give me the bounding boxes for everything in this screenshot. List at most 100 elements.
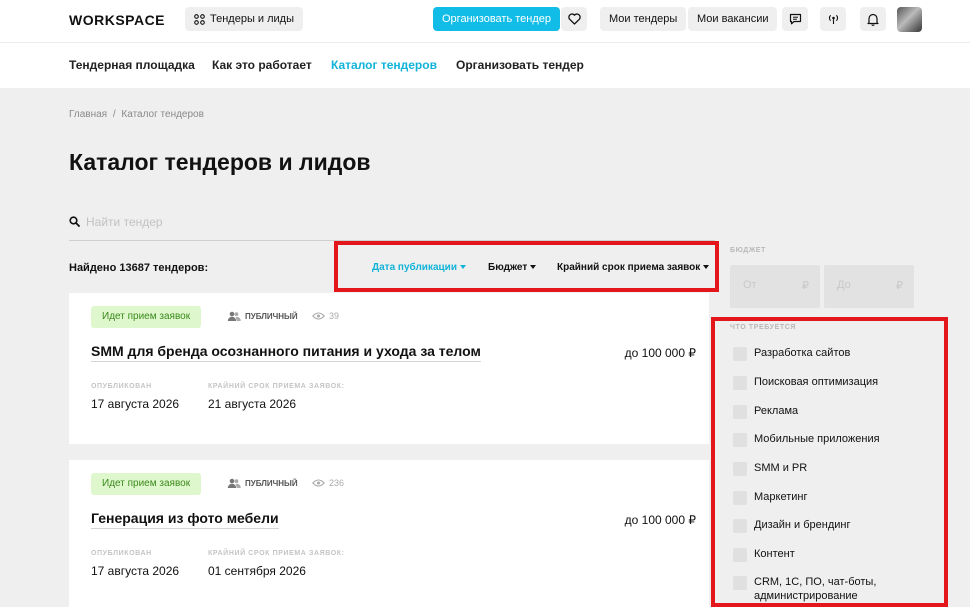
requirement-label: Разработка сайтов	[754, 347, 851, 359]
caret-down-icon	[703, 265, 710, 269]
sort-by-budget[interactable]: Бюджет	[488, 262, 537, 273]
published-label: ОПУБЛИКОВАН	[91, 550, 152, 557]
deadline-label: КРАЙНИЙ СРОК ПРИЕМА ЗАЯВОК:	[208, 550, 345, 557]
requirement-label: Поисковая оптимизация	[754, 376, 879, 388]
budget-from-placeholder: От	[743, 279, 757, 291]
checkbox[interactable]	[733, 462, 747, 476]
requirement-checkbox-content[interactable]: Контент	[733, 547, 924, 562]
requirement-label: Мобильные приложения	[754, 433, 880, 445]
checkbox[interactable]	[733, 405, 747, 419]
search-icon	[69, 216, 80, 227]
status-badge: Идет прием заявок	[91, 306, 202, 328]
sort-by-deadline[interactable]: Крайний срок приема заявок	[557, 262, 710, 273]
caret-down-icon	[530, 265, 537, 269]
main-navigation: Тендерная площадка Как это работает Ката…	[0, 43, 970, 88]
sort-label: Дата публикации	[372, 262, 457, 273]
currency-symbol: ₽	[896, 280, 903, 292]
top-bar: WORKSPACE Тендеры и лиды Организовать те…	[0, 0, 970, 43]
budget-to-placeholder: До	[837, 279, 851, 291]
views-value: 236	[329, 478, 345, 488]
nav-tender-platform[interactable]: Тендерная площадка	[69, 58, 195, 72]
sort-label: Крайний срок приема заявок	[557, 262, 701, 273]
users-icon	[227, 478, 241, 488]
published-label: ОПУБЛИКОВАН	[91, 383, 152, 390]
deadline-date: 01 сентября 2026	[208, 564, 306, 578]
checkbox[interactable]	[733, 433, 747, 447]
visibility-indicator: ПУБЛИЧНЫЙ	[227, 478, 298, 488]
visibility-label: ПУБЛИЧНЫЙ	[245, 478, 298, 488]
caret-down-icon	[459, 265, 466, 269]
messages-button[interactable]	[782, 7, 808, 31]
chat-icon	[789, 13, 801, 25]
tender-price: до 100 000 ₽	[624, 513, 696, 527]
results-count: Найдено 13687 тендеров:	[69, 262, 209, 274]
user-avatar[interactable]	[897, 7, 922, 32]
status-badge: Идет прием заявок	[91, 473, 202, 495]
requirement-checkbox-seo[interactable]: Поисковая оптимизация	[733, 375, 924, 390]
workspace-logo[interactable]: WORKSPACE	[69, 12, 165, 28]
nav-how-it-works[interactable]: Как это работает	[212, 58, 312, 72]
tender-search	[69, 205, 715, 241]
tenders-leads-button[interactable]: Тендеры и лиды	[185, 7, 303, 31]
requirement-checkbox-web-development[interactable]: Разработка сайтов	[733, 346, 924, 361]
organize-tender-button[interactable]: Организовать тендер	[433, 7, 561, 31]
published-date: 17 августа 2026	[91, 397, 180, 411]
requirement-checkbox-mobile-apps[interactable]: Мобильные приложения	[733, 432, 924, 447]
nav-organize-tender[interactable]: Организовать тендер	[456, 58, 584, 72]
budget-to-input[interactable]: До ₽	[824, 265, 914, 308]
requirements-filter: ЧТО ТРЕБУЕТСЯ Разработка сайтов Поискова…	[711, 317, 948, 607]
tender-price: до 100 000 ₽	[624, 346, 696, 360]
published-date: 17 августа 2026	[91, 564, 180, 578]
checkbox[interactable]	[733, 347, 747, 361]
grid-icon	[194, 13, 205, 25]
checkbox[interactable]	[733, 548, 747, 562]
requirement-label: Маркетинг	[754, 491, 808, 503]
views-value: 39	[329, 311, 340, 321]
deadline-label: КРАЙНИЙ СРОК ПРИЕМА ЗАЯВОК:	[208, 383, 345, 390]
budget-filter-label: БЮДЖЕТ	[730, 247, 766, 254]
tender-title[interactable]: Генерация из фото мебели	[91, 510, 279, 529]
requirement-checkbox-crm-software[interactable]: CRM, 1С, ПО, чат-боты, администрирование	[733, 575, 924, 603]
checkbox[interactable]	[733, 576, 747, 590]
search-input[interactable]	[86, 213, 686, 231]
users-icon	[227, 311, 241, 321]
requirement-checkbox-design-branding[interactable]: Дизайн и брендинг	[733, 518, 924, 533]
requirement-label: CRM, 1С, ПО, чат-боты, администрирование	[754, 576, 877, 602]
bell-icon	[867, 13, 879, 26]
view-count: 236	[312, 478, 344, 488]
favorites-button[interactable]	[561, 7, 587, 31]
requirement-label: SMM и PR	[754, 462, 808, 474]
my-tenders-button[interactable]: Мои тендеры	[600, 7, 687, 31]
nav-tender-catalog[interactable]: Каталог тендеров	[331, 58, 437, 72]
currency-symbol: ₽	[802, 280, 809, 292]
notifications-button[interactable]	[860, 7, 886, 31]
requirement-label: Реклама	[754, 405, 799, 417]
sort-by-publication-date[interactable]: Дата публикации	[372, 262, 466, 273]
tender-card[interactable]: Идет прием заявок ПУБЛИЧНЫЙ 236 Генераци…	[69, 460, 709, 607]
requirement-checkbox-advertising[interactable]: Реклама	[733, 404, 924, 419]
page-title: Каталог тендеров и лидов	[69, 149, 371, 175]
checkbox[interactable]	[733, 519, 747, 533]
eye-icon	[312, 479, 325, 487]
requirement-checkbox-marketing[interactable]: Маркетинг	[733, 490, 924, 505]
broadcast-button[interactable]	[820, 7, 846, 31]
tender-title[interactable]: SMM для бренда осознанного питания и ухо…	[91, 343, 481, 362]
sort-controls: Дата публикации Бюджет Крайний срок прие…	[334, 241, 719, 292]
view-count: 39	[312, 311, 339, 321]
checkbox[interactable]	[733, 491, 747, 505]
breadcrumb: Главная / Каталог тендеров	[69, 109, 204, 120]
tender-card[interactable]: Идет прием заявок ПУБЛИЧНЫЙ 39 SMM для б…	[69, 293, 709, 444]
broadcast-icon	[828, 14, 838, 24]
tenders-leads-label: Тендеры и лиды	[210, 13, 294, 25]
eye-icon	[312, 312, 325, 320]
visibility-label: ПУБЛИЧНЫЙ	[245, 311, 298, 321]
checkbox[interactable]	[733, 376, 747, 390]
requirement-label: Контент	[754, 548, 795, 560]
visibility-indicator: ПУБЛИЧНЫЙ	[227, 311, 298, 321]
requirement-checkbox-smm-pr[interactable]: SMM и PR	[733, 461, 924, 476]
my-vacancies-button[interactable]: Мои вакансии	[688, 7, 778, 31]
deadline-date: 21 августа 2026	[208, 397, 297, 411]
breadcrumb-home[interactable]: Главная	[69, 109, 107, 120]
budget-from-input[interactable]: От ₽	[730, 265, 820, 308]
breadcrumb-current: Каталог тендеров	[121, 109, 204, 120]
